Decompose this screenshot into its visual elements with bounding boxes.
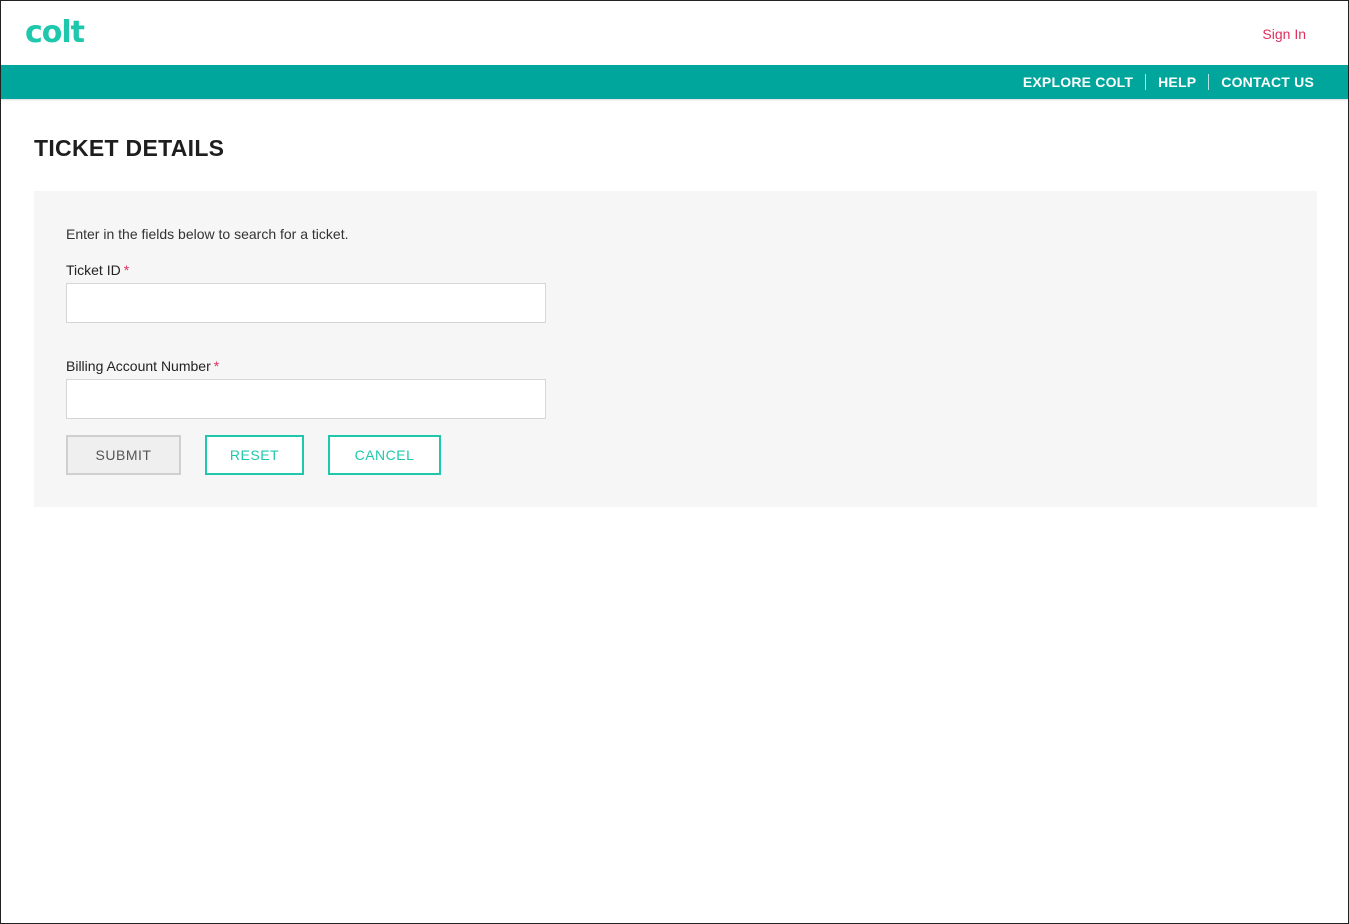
ticket-search-panel: Enter in the fields below to search for … [34,191,1317,507]
ticket-id-input[interactable] [66,283,546,323]
page-title: TICKET DETAILS [34,135,225,161]
billing-account-input[interactable] [66,379,546,419]
browser-viewport: colt Sign In EXPLORE COLT HELP CONTACT U… [0,0,1349,924]
colt-logo[interactable]: colt [25,13,85,53]
reset-button[interactable]: RESET [205,435,304,475]
nav-explore-colt[interactable]: EXPLORE COLT [1011,74,1145,90]
submit-button[interactable]: SUBMIT [66,435,181,475]
billing-account-label: Billing Account Number * [66,357,219,375]
ticket-id-label: Ticket ID * [66,261,129,279]
nav-contact-us[interactable]: CONTACT US [1209,74,1326,90]
main-nav-bar: EXPLORE COLT HELP CONTACT US [1,65,1348,99]
ticket-id-label-text: Ticket ID [66,262,121,278]
required-marker: * [123,262,130,278]
top-header: colt Sign In [1,1,1348,65]
sign-in-link[interactable]: Sign In [1262,25,1306,43]
nav-help[interactable]: HELP [1146,74,1208,90]
form-instructions: Enter in the fields below to search for … [66,226,349,242]
cancel-button[interactable]: CANCEL [328,435,441,475]
required-marker: * [213,358,220,374]
billing-account-label-text: Billing Account Number [66,358,211,374]
